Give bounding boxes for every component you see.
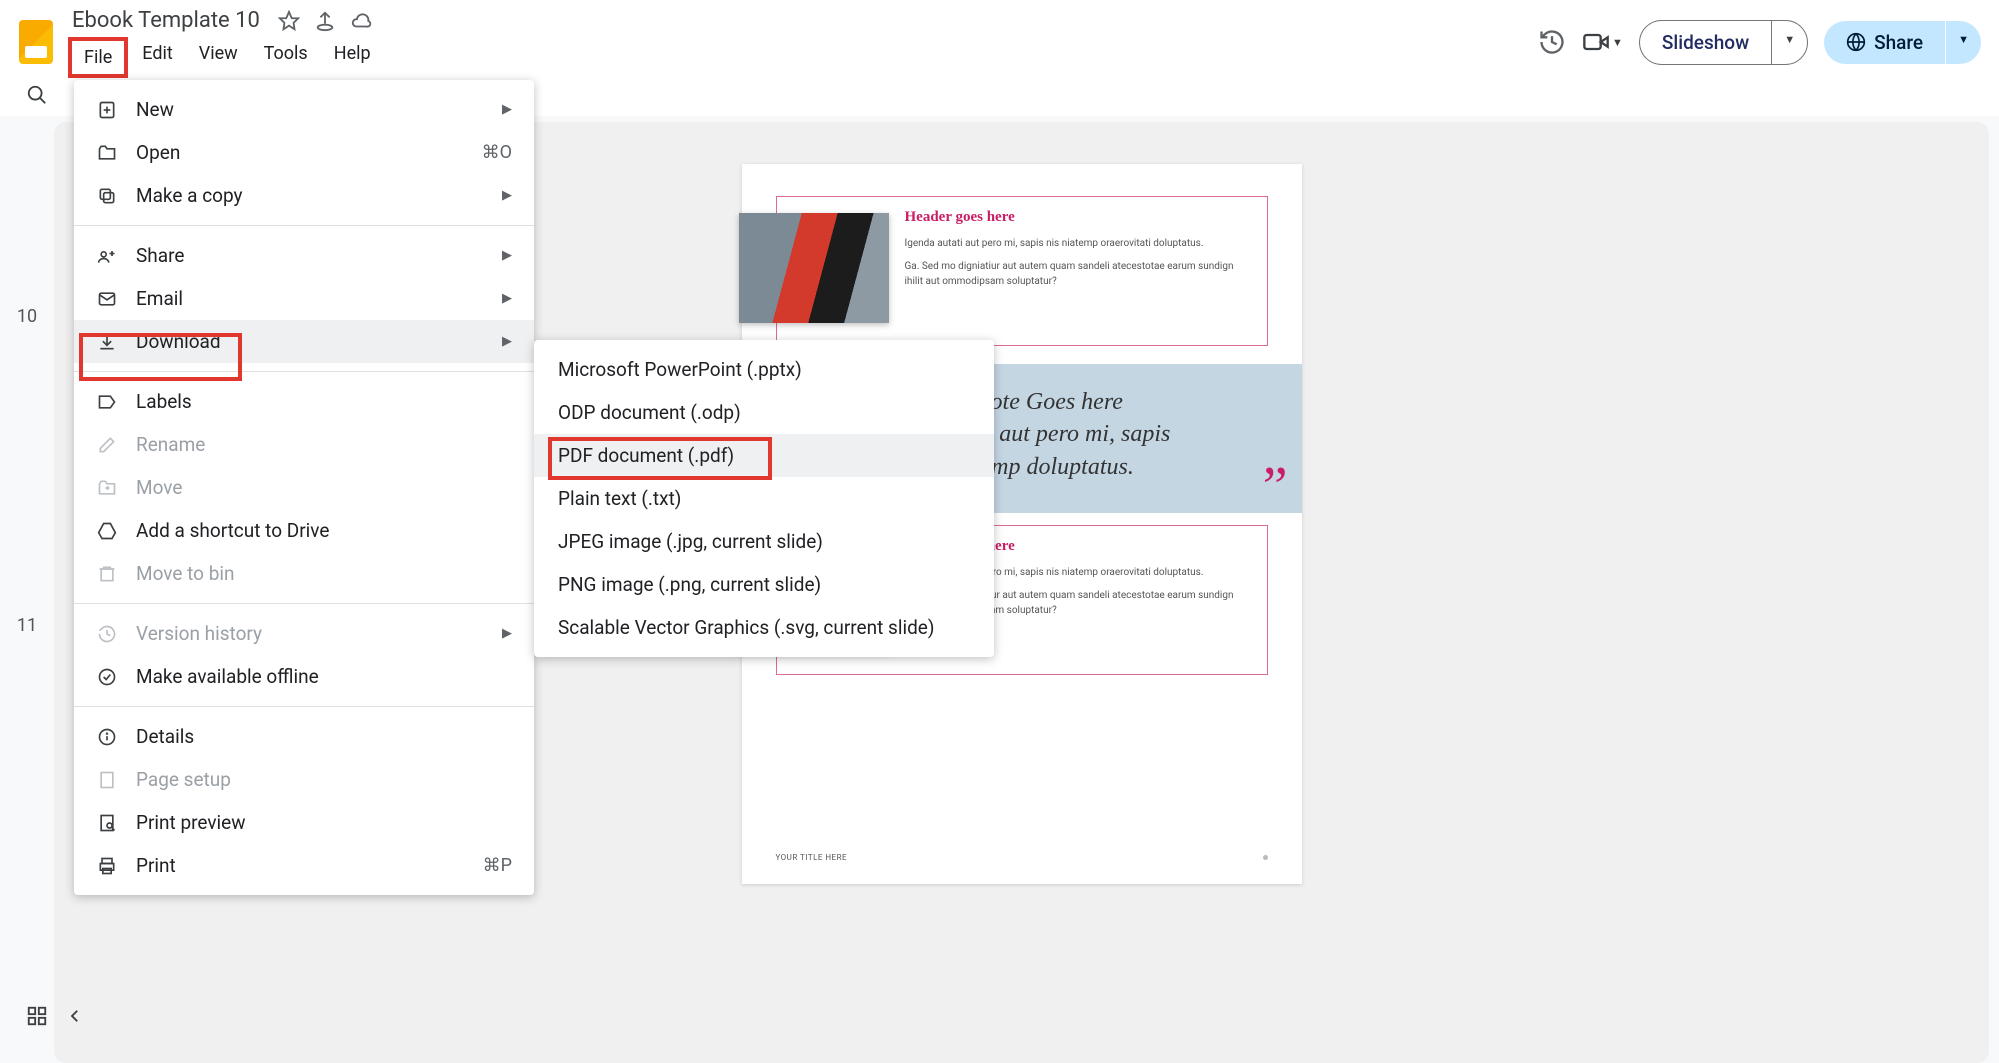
menu-download[interactable]: Download ▶ bbox=[74, 320, 534, 363]
history-icon bbox=[96, 624, 118, 644]
submenu-arrow-icon: ▶ bbox=[502, 248, 512, 263]
download-txt[interactable]: Plain text (.txt) bbox=[534, 477, 994, 520]
menu-share[interactable]: Share ▶ bbox=[74, 234, 534, 277]
share-group: Share ▼ bbox=[1824, 21, 1981, 64]
submenu-arrow-icon: ▶ bbox=[502, 626, 512, 641]
share-dropdown[interactable]: ▼ bbox=[1946, 21, 1981, 64]
thumb-number-10[interactable]: 10 bbox=[0, 306, 54, 327]
print-preview-icon bbox=[96, 813, 118, 833]
slides-logo[interactable] bbox=[18, 18, 54, 66]
card1-header: Header goes here bbox=[905, 209, 1249, 226]
menu-move-bin: Move to bin bbox=[74, 552, 534, 595]
menu-edit[interactable]: Edit bbox=[130, 37, 184, 78]
history-icon[interactable] bbox=[1538, 28, 1566, 56]
download-svg[interactable]: Scalable Vector Graphics (.svg, current … bbox=[534, 606, 994, 649]
header-right: ▼ Slideshow ▼ Share ▼ bbox=[1538, 20, 1981, 65]
grid-view-icon[interactable] bbox=[26, 1005, 48, 1027]
menu-open[interactable]: Open ⌘O bbox=[74, 131, 534, 174]
slide-footer: YOUR TITLE HERE bbox=[776, 853, 1268, 862]
bottom-bar bbox=[26, 1005, 84, 1027]
menu-drive-shortcut[interactable]: Add a shortcut to Drive bbox=[74, 509, 534, 552]
share-label: Share bbox=[1874, 31, 1923, 54]
thumb-number-11[interactable]: 11 bbox=[0, 615, 54, 636]
quote-mark-icon: ” bbox=[1263, 450, 1288, 526]
rename-icon bbox=[96, 435, 118, 455]
download-submenu: Microsoft PowerPoint (.pptx) ODP documen… bbox=[534, 340, 994, 657]
menu-tools[interactable]: Tools bbox=[252, 37, 320, 78]
info-icon bbox=[96, 727, 118, 747]
app-header: Ebook Template 10 File Edit View Tools H… bbox=[0, 0, 1999, 78]
download-png[interactable]: PNG image (.png, current slide) bbox=[534, 563, 994, 606]
move-to-drive-icon[interactable] bbox=[314, 10, 336, 32]
menu-move: Move bbox=[74, 466, 534, 509]
offline-icon bbox=[96, 667, 118, 687]
menu-help[interactable]: Help bbox=[322, 37, 383, 78]
slideshow-dropdown[interactable]: ▼ bbox=[1771, 20, 1808, 65]
file-menu-dropdown: New ▶ Open ⌘O Make a copy ▶ Share ▶ Emai… bbox=[74, 80, 534, 895]
slide-card-1: Header goes here Igenda autati aut pero … bbox=[776, 196, 1268, 346]
menu-page-setup: Page setup bbox=[74, 758, 534, 801]
download-jpeg[interactable]: JPEG image (.jpg, current slide) bbox=[534, 520, 994, 563]
download-odp[interactable]: ODP document (.odp) bbox=[534, 391, 994, 434]
slideshow-group: Slideshow ▼ bbox=[1639, 20, 1808, 65]
document-title[interactable]: Ebook Template 10 bbox=[68, 6, 264, 35]
menu-bar: File Edit View Tools Help bbox=[68, 37, 1524, 78]
menu-details[interactable]: Details bbox=[74, 715, 534, 758]
video-call-icon[interactable]: ▼ bbox=[1582, 28, 1623, 56]
menu-file[interactable]: File bbox=[68, 37, 128, 78]
copy-icon bbox=[96, 186, 118, 206]
slide-image-1 bbox=[739, 213, 889, 323]
menu-print[interactable]: Print ⌘P bbox=[74, 844, 534, 887]
move-icon bbox=[96, 478, 118, 498]
filmstrip: 10 11 bbox=[0, 116, 54, 1063]
menu-make-copy[interactable]: Make a copy ▶ bbox=[74, 174, 534, 217]
footer-text: YOUR TITLE HERE bbox=[776, 853, 848, 862]
print-icon bbox=[96, 856, 118, 876]
labels-icon bbox=[96, 392, 118, 412]
cloud-status-icon[interactable] bbox=[350, 10, 372, 32]
share-icon bbox=[96, 246, 118, 266]
drive-shortcut-icon bbox=[96, 521, 118, 541]
menu-rename: Rename bbox=[74, 423, 534, 466]
card1-p2: Ga. Sed mo digniatiur aut autem quam san… bbox=[905, 259, 1249, 289]
slideshow-button[interactable]: Slideshow bbox=[1639, 20, 1771, 65]
star-icon[interactable] bbox=[278, 10, 300, 32]
collapse-icon[interactable] bbox=[66, 1007, 84, 1025]
footer-page-dot bbox=[1263, 855, 1268, 860]
title-area: Ebook Template 10 File Edit View Tools H… bbox=[68, 6, 1524, 78]
submenu-arrow-icon: ▶ bbox=[502, 334, 512, 349]
new-icon bbox=[96, 100, 118, 120]
submenu-arrow-icon: ▶ bbox=[502, 188, 512, 203]
submenu-arrow-icon: ▶ bbox=[502, 102, 512, 117]
open-icon bbox=[96, 143, 118, 163]
menu-view[interactable]: View bbox=[187, 37, 250, 78]
menu-version-history: Version history ▶ bbox=[74, 612, 534, 655]
download-pdf[interactable]: PDF document (.pdf) bbox=[534, 434, 994, 477]
menu-labels[interactable]: Labels bbox=[74, 380, 534, 423]
menu-print-preview[interactable]: Print preview bbox=[74, 801, 534, 844]
trash-icon bbox=[96, 564, 118, 584]
share-button[interactable]: Share bbox=[1824, 21, 1945, 64]
menu-email[interactable]: Email ▶ bbox=[74, 277, 534, 320]
menu-new[interactable]: New ▶ bbox=[74, 88, 534, 131]
menu-offline[interactable]: Make available offline bbox=[74, 655, 534, 698]
submenu-arrow-icon: ▶ bbox=[502, 291, 512, 306]
email-icon bbox=[96, 289, 118, 309]
card1-p1: Igenda autati aut pero mi, sapis nis nia… bbox=[905, 236, 1249, 251]
download-icon bbox=[96, 332, 118, 352]
download-pptx[interactable]: Microsoft PowerPoint (.pptx) bbox=[534, 348, 994, 391]
page-setup-icon bbox=[96, 770, 118, 790]
